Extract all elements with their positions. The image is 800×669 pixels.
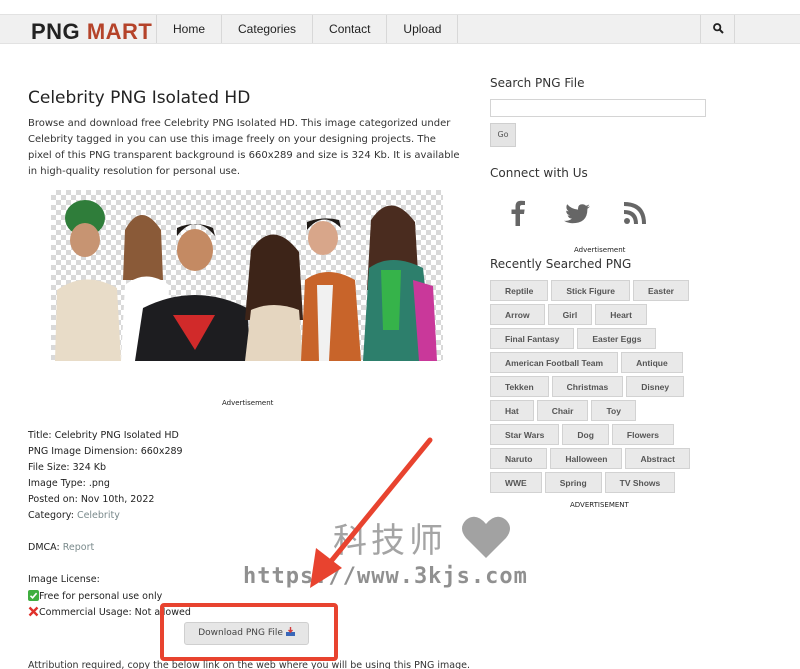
red-arrow-annotation bbox=[310, 437, 433, 588]
